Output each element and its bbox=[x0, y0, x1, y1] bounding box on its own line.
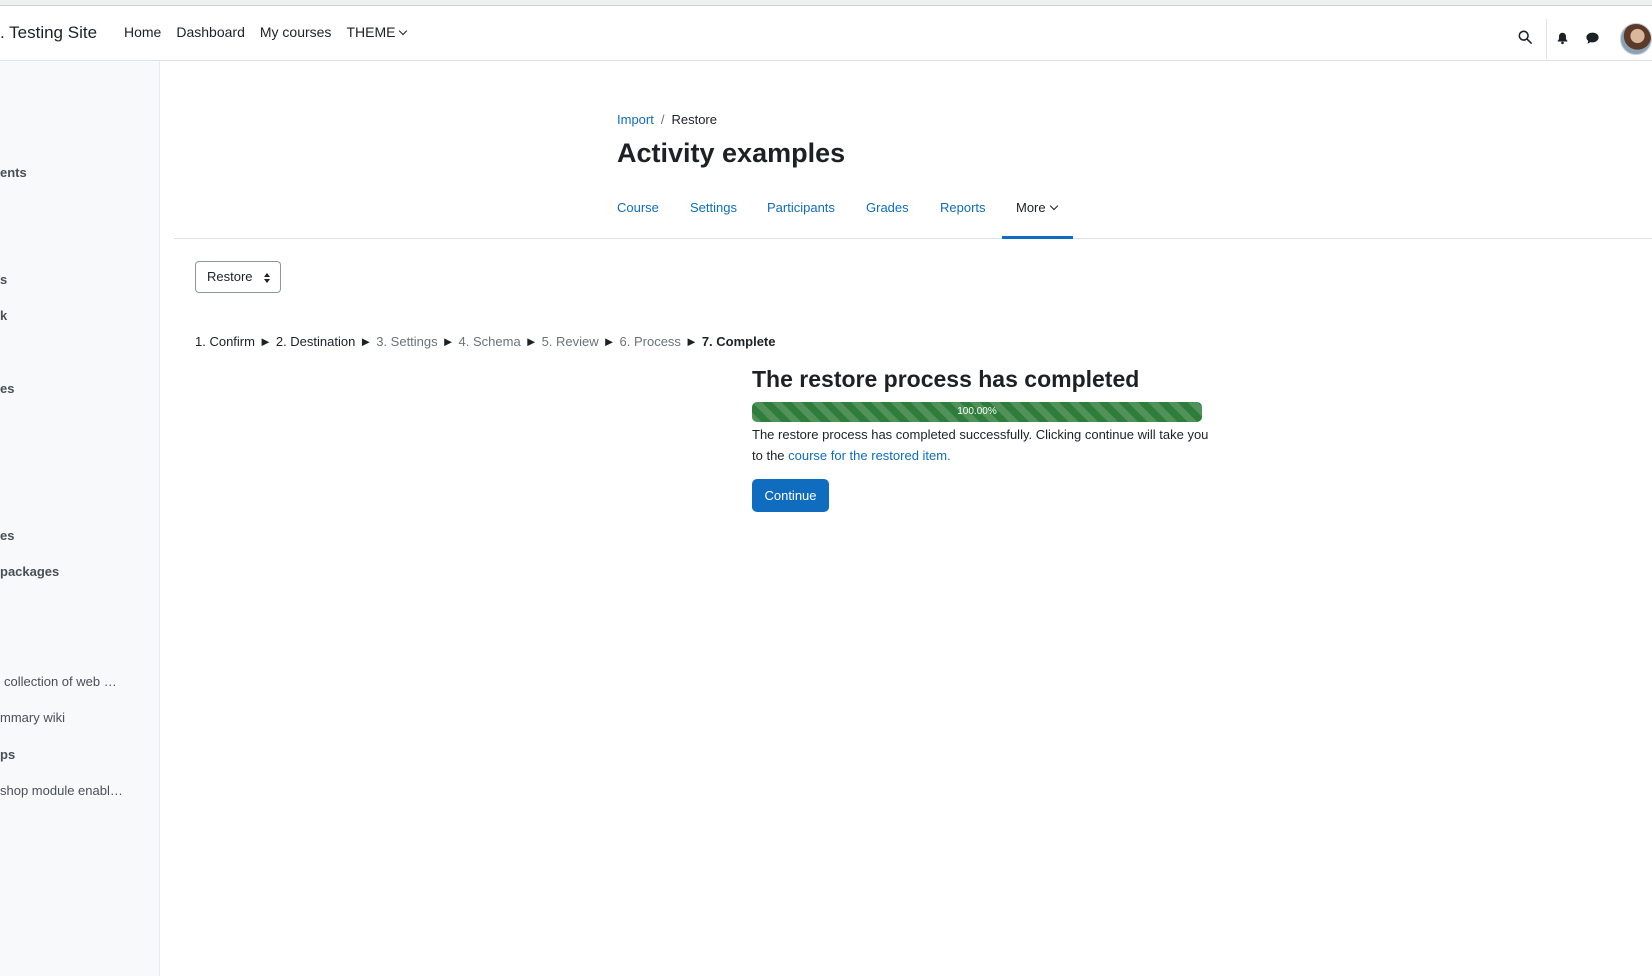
secondary-navigation: Course Settings Participants Grades Repo… bbox=[174, 190, 1652, 239]
bell-icon[interactable] bbox=[1556, 31, 1569, 45]
step-confirm: 1. Confirm bbox=[195, 334, 255, 349]
top-navbar: . Testing Site Home Dashboard My courses… bbox=[0, 6, 1652, 61]
breadcrumb-current: Restore bbox=[671, 112, 717, 127]
drawer-item[interactable]: k bbox=[0, 308, 7, 323]
page-title: Activity examples bbox=[617, 138, 846, 168]
course-index-drawer: ents s k es es packages collection of we… bbox=[0, 61, 160, 976]
step-settings: 3. Settings bbox=[376, 334, 438, 349]
step-complete: 7. Complete bbox=[701, 334, 776, 349]
drawer-item[interactable]: es bbox=[0, 381, 14, 396]
restore-complete-heading: The restore process has completed bbox=[752, 366, 1140, 392]
primary-navigation: Home Dashboard My courses THEME bbox=[124, 24, 421, 40]
restore-steps: 1. Confirm ► 2. Destination ► 3. Settings ► 4.… bbox=[195, 334, 776, 349]
restore-progress-bar: 100.00% bbox=[752, 402, 1202, 422]
restored-course-link[interactable]: course for the restored item. bbox=[788, 448, 951, 463]
step-schema: 4. Schema bbox=[458, 334, 521, 349]
active-tab-indicator bbox=[1002, 236, 1073, 239]
chevron-down-icon bbox=[399, 26, 408, 36]
drawer-item[interactable]: s bbox=[0, 272, 7, 287]
chevron-down-icon bbox=[1049, 201, 1058, 211]
step-arrow: ► bbox=[684, 334, 698, 349]
drawer-item[interactable]: ents bbox=[0, 165, 27, 180]
nav-dashboard[interactable]: Dashboard bbox=[176, 24, 245, 40]
drawer-item[interactable]: mmary wiki bbox=[0, 710, 65, 725]
tab-course[interactable]: Course bbox=[617, 200, 659, 215]
drawer-item[interactable]: collection of web … bbox=[4, 674, 117, 689]
drawer-item[interactable]: packages bbox=[0, 564, 59, 579]
nav-home[interactable]: Home bbox=[124, 24, 161, 40]
step-arrow: ► bbox=[524, 334, 538, 349]
tab-more[interactable]: More bbox=[1016, 200, 1058, 215]
site-name[interactable]: . Testing Site bbox=[0, 23, 97, 43]
step-arrow: ► bbox=[359, 334, 373, 349]
breadcrumb-import-link[interactable]: Import bbox=[617, 112, 654, 127]
restore-select[interactable]: Restore bbox=[195, 261, 281, 293]
step-arrow: ► bbox=[602, 334, 616, 349]
drawer-item[interactable]: ps bbox=[0, 747, 15, 762]
avatar[interactable] bbox=[1620, 23, 1652, 55]
nav-my-courses[interactable]: My courses bbox=[260, 24, 332, 40]
step-arrow: ► bbox=[441, 334, 455, 349]
step-destination: 2. Destination bbox=[275, 334, 356, 349]
drawer-item[interactable]: es bbox=[0, 528, 14, 543]
step-review: 5. Review bbox=[541, 334, 599, 349]
search-icon[interactable] bbox=[1518, 30, 1532, 44]
continue-button[interactable]: Continue bbox=[752, 479, 829, 512]
tab-participants[interactable]: Participants bbox=[767, 200, 835, 215]
nav-theme-dropdown[interactable]: THEME bbox=[346, 24, 408, 40]
select-arrows-icon bbox=[264, 273, 270, 283]
tab-more-label: More bbox=[1016, 200, 1046, 215]
tab-grades[interactable]: Grades bbox=[866, 200, 909, 215]
tab-settings[interactable]: Settings bbox=[690, 200, 737, 215]
restore-select-value: Restore bbox=[207, 269, 253, 284]
breadcrumb: Import / Restore bbox=[617, 112, 717, 127]
step-process: 6. Process bbox=[619, 334, 681, 349]
navbar-divider bbox=[1546, 19, 1547, 59]
restore-message: The restore process has completed succes… bbox=[752, 424, 1212, 466]
step-arrow: ► bbox=[258, 334, 272, 349]
nav-theme-label: THEME bbox=[346, 24, 396, 40]
breadcrumb-separator: / bbox=[660, 112, 665, 127]
tab-reports[interactable]: Reports bbox=[940, 200, 986, 215]
drawer-item[interactable]: shop module enabl… bbox=[0, 783, 123, 798]
chat-icon[interactable] bbox=[1585, 31, 1600, 45]
progress-label: 100.00% bbox=[957, 406, 997, 417]
